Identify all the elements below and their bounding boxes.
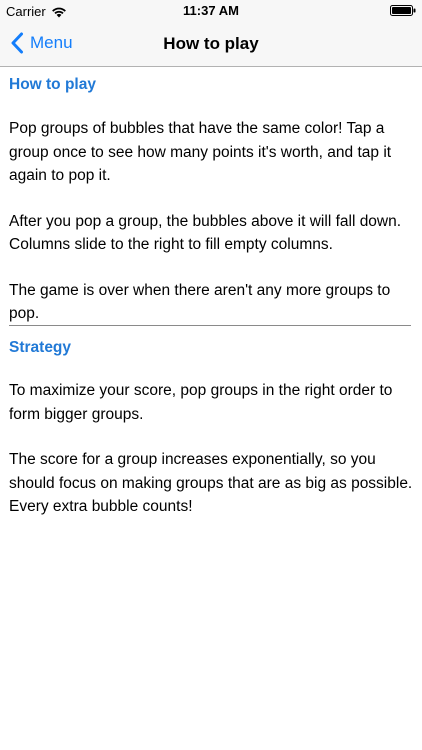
section-heading: Strategy — [9, 339, 72, 356]
status-time: 11:37 AM — [183, 3, 239, 18]
battery-icon — [390, 5, 416, 16]
section-heading: How to play — [9, 76, 96, 93]
section-strategy: Strategy To maximize your score, pop gro… — [0, 337, 422, 519]
paragraph: The game is over when there aren't any m… — [9, 281, 391, 323]
section-divider — [9, 325, 411, 326]
paragraph: After you pop a group, the bubbles above… — [9, 212, 402, 254]
paragraph: Pop groups of bubbles that have the same… — [9, 120, 392, 184]
section-how-to-play: How to play Pop groups of bubbles that h… — [0, 74, 422, 326]
top-bar: Carrier 11:37 AM Menu How to play — [0, 0, 422, 67]
paragraph: To maximize your score, pop groups in th… — [9, 382, 393, 423]
navigation-bar: Menu How to play — [0, 22, 422, 66]
screen: Carrier 11:37 AM Menu How to play How to… — [0, 0, 422, 750]
page-title: How to play — [163, 34, 259, 53]
status-bar: Carrier 11:37 AM — [0, 0, 422, 22]
paragraph: The score for a group increases exponent… — [9, 451, 413, 515]
